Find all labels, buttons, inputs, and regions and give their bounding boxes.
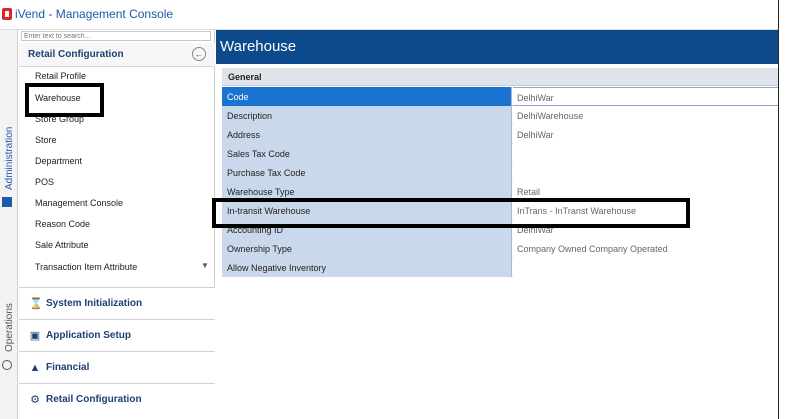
property-value-cell[interactable] (513, 163, 778, 182)
nav-item-store[interactable]: Store (35, 135, 57, 145)
property-name: Address (227, 130, 261, 140)
main-content: Warehouse General Code DelhiWar Descript… (212, 30, 786, 419)
section-system-initialization[interactable]: ⌛ System Initialization (19, 287, 215, 319)
property-row-address[interactable]: Address DelhiWar (222, 125, 778, 144)
property-name: Sales Tax Code (227, 149, 290, 159)
property-value: DelhiWar (517, 93, 554, 103)
property-group-header[interactable]: General (222, 68, 778, 86)
property-name-cell: Code (222, 87, 512, 106)
hourglass-icon: ⌛ (29, 298, 43, 310)
section-application-setup[interactable]: ▣ Application Setup (19, 319, 215, 351)
nav-header-title: Retail Configuration (28, 49, 124, 60)
property-row-description[interactable]: Description DelhiWarehouse (222, 106, 778, 125)
nav-item-retail-profile[interactable]: Retail Profile (35, 71, 86, 81)
window-titlebar: iVend - Management Console (0, 0, 786, 30)
section-retail-configuration[interactable]: ⚙ Retail Configuration (19, 383, 215, 419)
property-value: Company Owned Company Operated (517, 244, 668, 254)
bank-icon: ▲ (29, 362, 41, 374)
nav-item-management-console[interactable]: Management Console (35, 198, 123, 208)
side-tab-operations[interactable]: Operations (0, 290, 18, 400)
gears-icon: ⚙ (30, 394, 40, 406)
property-row-purchase-tax-code[interactable]: Purchase Tax Code (222, 163, 778, 182)
search-input[interactable] (21, 31, 211, 41)
nav-header: Retail Configuration ← (19, 43, 215, 67)
admin-icon (2, 197, 12, 207)
section-financial[interactable]: ▲ Financial (19, 351, 215, 383)
section-financial-label: Financial (46, 362, 90, 373)
section-application-setup-label: Application Setup (46, 330, 131, 341)
property-name-cell: Description (222, 106, 512, 125)
property-name-cell: Address (222, 125, 512, 144)
side-tab-strip: Administration Operations (0, 30, 18, 419)
property-value-cell[interactable]: DelhiWar (513, 125, 778, 144)
property-row-ownership-type[interactable]: Ownership Type Company Owned Company Ope… (222, 239, 778, 258)
side-tab-operations-label: Operations (4, 303, 15, 352)
main-header: Warehouse (216, 30, 778, 64)
window-icon: ▣ (29, 330, 41, 342)
property-value-cell[interactable]: DelhiWarehouse (513, 106, 778, 125)
nav-item-department[interactable]: Department (35, 156, 82, 166)
property-value: DelhiWarehouse (517, 111, 584, 121)
property-name: Description (227, 111, 273, 121)
property-row-allow-negative-inventory[interactable]: Allow Negative Inventory (222, 258, 778, 277)
property-name-cell: Allow Negative Inventory (222, 258, 512, 277)
nav-item-pos[interactable]: POS (35, 177, 54, 187)
property-value: DelhiWar (517, 130, 554, 140)
property-name: Allow Negative Inventory (227, 263, 327, 273)
annotation-highlight-warehouse (25, 83, 104, 117)
section-system-initialization-label: System Initialization (46, 298, 143, 309)
property-value-cell[interactable] (513, 144, 778, 163)
property-name: Ownership Type (227, 244, 292, 254)
property-group-label: General (228, 72, 262, 82)
chevron-down-icon[interactable]: ▼ (201, 261, 209, 270)
property-value-cell[interactable]: Company Owned Company Operated (513, 239, 778, 258)
back-arrow-icon[interactable]: ← (192, 47, 206, 61)
property-row-code[interactable]: Code DelhiWar (222, 87, 778, 106)
nav-item-reason-code[interactable]: Reason Code (35, 219, 90, 229)
property-name-cell: Sales Tax Code (222, 144, 512, 163)
side-tab-administration-label: Administration (4, 126, 15, 190)
nav-item-sale-attribute[interactable]: Sale Attribute (35, 240, 89, 250)
property-name: Warehouse Type (227, 187, 295, 197)
side-tab-administration[interactable]: Administration (0, 115, 18, 245)
window-title: iVend - Management Console (15, 7, 174, 21)
property-row-sales-tax-code[interactable]: Sales Tax Code (222, 144, 778, 163)
property-value-cell[interactable]: DelhiWar (513, 87, 778, 106)
property-name-cell: Purchase Tax Code (222, 163, 512, 182)
navigation-panel: Retail Configuration ← Retail Profile Wa… (19, 30, 215, 419)
section-retail-configuration-label: Retail Configuration (46, 394, 142, 405)
property-name: Purchase Tax Code (227, 168, 306, 178)
page-title: Warehouse (220, 38, 297, 55)
property-name: Code (227, 92, 249, 102)
gear-icon (2, 360, 12, 370)
annotation-highlight-in-transit-warehouse (212, 198, 690, 228)
property-value: Retail (517, 187, 541, 197)
app-logo-icon (2, 8, 12, 20)
nav-item-transaction-item-attribute[interactable]: Transaction Item Attribute (35, 262, 137, 272)
window-right-edge (778, 0, 786, 419)
property-value-cell[interactable] (513, 258, 778, 277)
property-name-cell: Ownership Type (222, 239, 512, 258)
